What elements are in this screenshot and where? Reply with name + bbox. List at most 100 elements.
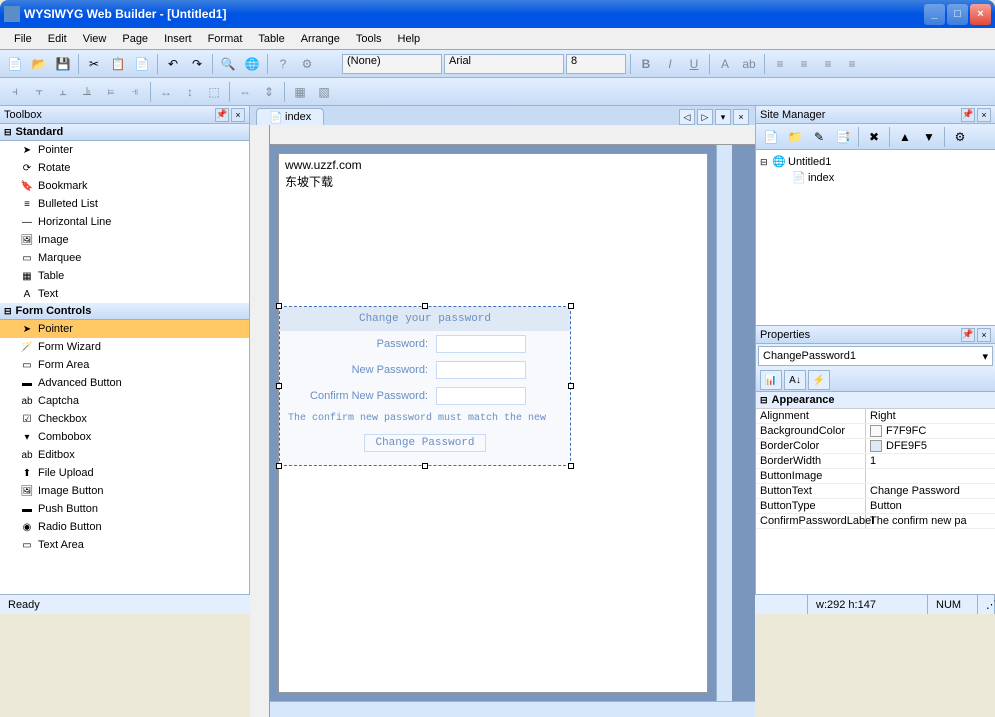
same-height-button[interactable]: ↕ bbox=[179, 81, 201, 103]
font-size-combo[interactable]: 8 bbox=[566, 54, 626, 74]
pin-icon[interactable]: 📌 bbox=[961, 108, 975, 122]
close-button[interactable]: × bbox=[970, 4, 991, 25]
close-panel-button[interactable]: × bbox=[231, 108, 245, 122]
resize-handle[interactable] bbox=[422, 303, 428, 309]
canvas-vscroll[interactable] bbox=[716, 145, 732, 701]
toolbox-item-advanced-button[interactable]: ▬Advanced Button bbox=[0, 374, 249, 392]
toolbox-cat-standard[interactable]: Standard bbox=[0, 124, 249, 141]
help-button[interactable]: ? bbox=[272, 53, 294, 75]
prop-row[interactable]: ConfirmPasswordLabelThe confirm new pa bbox=[756, 514, 995, 529]
bold-button[interactable]: B bbox=[635, 53, 657, 75]
cut-button[interactable]: ✂ bbox=[83, 53, 105, 75]
send-back-button[interactable]: ▧ bbox=[313, 81, 335, 103]
pin-icon[interactable]: 📌 bbox=[215, 108, 229, 122]
paste-button[interactable]: 📄 bbox=[131, 53, 153, 75]
resize-handle[interactable] bbox=[276, 463, 282, 469]
toolbox-item-bookmark[interactable]: 🔖Bookmark bbox=[0, 177, 249, 195]
toolbox-item-radio-button[interactable]: ◉Radio Button bbox=[0, 518, 249, 536]
toolbox-item-form-area[interactable]: ▭Form Area bbox=[0, 356, 249, 374]
underline-button[interactable]: U bbox=[683, 53, 705, 75]
close-panel-button[interactable]: × bbox=[977, 328, 991, 342]
toolbox-item-file-upload[interactable]: ⬆File Upload bbox=[0, 464, 249, 482]
new-password-input[interactable] bbox=[436, 361, 526, 379]
new-page-button[interactable]: 📄 bbox=[760, 126, 782, 148]
toolbox-item-horizontal-line[interactable]: —Horizontal Line bbox=[0, 213, 249, 231]
tab-prev-button[interactable]: ◁ bbox=[679, 109, 695, 125]
status-resize-grip[interactable]: ⋰ bbox=[978, 595, 995, 614]
prop-row[interactable]: ButtonTextChange Password bbox=[756, 484, 995, 499]
tree-root[interactable]: ⊟ 🌐 Untitled1 bbox=[760, 154, 991, 170]
move-down-button[interactable]: ▼ bbox=[918, 126, 940, 148]
property-grid[interactable]: Appearance AlignmentRight BackgroundColo… bbox=[756, 392, 995, 594]
italic-button[interactable]: I bbox=[659, 53, 681, 75]
align-bottoms-button[interactable]: ⫣ bbox=[124, 81, 146, 103]
props-cat-appearance[interactable]: Appearance bbox=[756, 392, 995, 409]
prop-row[interactable]: ButtonImage bbox=[756, 469, 995, 484]
style-combo[interactable]: (None) bbox=[342, 54, 442, 74]
align-right-edges-button[interactable]: ⫠ bbox=[52, 81, 74, 103]
menu-file[interactable]: File bbox=[8, 31, 38, 47]
events-button[interactable]: ⚡ bbox=[808, 370, 830, 390]
change-password-button[interactable]: Change Password bbox=[364, 434, 485, 452]
resize-handle[interactable] bbox=[276, 383, 282, 389]
tab-close-button[interactable]: × bbox=[733, 109, 749, 125]
align-centers-button[interactable]: ⫟ bbox=[28, 81, 50, 103]
align-right-button[interactable]: ≡ bbox=[817, 53, 839, 75]
canvas-hscroll[interactable] bbox=[270, 701, 755, 717]
font-color-button[interactable]: A bbox=[714, 53, 736, 75]
same-size-button[interactable]: ⬚ bbox=[203, 81, 225, 103]
menu-insert[interactable]: Insert bbox=[158, 31, 198, 47]
prop-row[interactable]: BorderColorDFE9F5 bbox=[756, 439, 995, 454]
toolbox-item-form-wizard[interactable]: 🪄Form Wizard bbox=[0, 338, 249, 356]
tree-node-index[interactable]: 📄 index bbox=[760, 170, 991, 186]
toolbox-item-combobox[interactable]: ▾Combobox bbox=[0, 428, 249, 446]
menu-edit[interactable]: Edit bbox=[42, 31, 73, 47]
new-button[interactable]: 📄 bbox=[4, 53, 26, 75]
menu-format[interactable]: Format bbox=[202, 31, 249, 47]
align-left-edges-button[interactable]: ⫞ bbox=[4, 81, 26, 103]
toolbox-item-fc-pointer[interactable]: ➤Pointer bbox=[0, 320, 249, 338]
prop-row[interactable]: ButtonTypeButton bbox=[756, 499, 995, 514]
maximize-button[interactable]: □ bbox=[947, 4, 968, 25]
publish-button[interactable]: 🌐 bbox=[241, 53, 263, 75]
options-button[interactable]: ⚙ bbox=[296, 53, 318, 75]
site-tree[interactable]: ⊟ 🌐 Untitled1 📄 index bbox=[756, 150, 995, 325]
undo-button[interactable]: ↶ bbox=[162, 53, 184, 75]
align-middles-button[interactable]: ⫢ bbox=[100, 81, 122, 103]
redo-button[interactable]: ↷ bbox=[186, 53, 208, 75]
object-selector[interactable]: ChangePassword1▾ bbox=[758, 346, 993, 366]
font-family-combo[interactable]: Arial bbox=[444, 54, 564, 74]
toolbox-item-image[interactable]: 🖼Image bbox=[0, 231, 249, 249]
toolbox-item-text-area[interactable]: ▭Text Area bbox=[0, 536, 249, 554]
align-tops-button[interactable]: ⫡ bbox=[76, 81, 98, 103]
space-vert-button[interactable]: ⇕ bbox=[258, 81, 280, 103]
resize-handle[interactable] bbox=[422, 463, 428, 469]
menu-help[interactable]: Help bbox=[392, 31, 427, 47]
align-justify-button[interactable]: ≡ bbox=[841, 53, 863, 75]
align-center-button[interactable]: ≡ bbox=[793, 53, 815, 75]
open-button[interactable]: 📂 bbox=[28, 53, 50, 75]
close-panel-button[interactable]: × bbox=[977, 108, 991, 122]
collapse-icon[interactable]: ⊟ bbox=[760, 157, 772, 168]
resize-handle[interactable] bbox=[568, 383, 574, 389]
toolbox-item-text[interactable]: AText bbox=[0, 285, 249, 303]
toolbox-item-bulleted-list[interactable]: ≡Bulleted List bbox=[0, 195, 249, 213]
toolbox-cat-form-controls[interactable]: Form Controls bbox=[0, 303, 249, 320]
categorized-button[interactable]: 📊 bbox=[760, 370, 782, 390]
bring-front-button[interactable]: ▦ bbox=[289, 81, 311, 103]
prop-row[interactable]: BackgroundColorF7F9FC bbox=[756, 424, 995, 439]
copy-button[interactable]: 📋 bbox=[107, 53, 129, 75]
resize-handle[interactable] bbox=[568, 303, 574, 309]
prop-row[interactable]: AlignmentRight bbox=[756, 409, 995, 424]
same-width-button[interactable]: ↔ bbox=[155, 81, 177, 103]
change-password-widget[interactable]: Change your password Password: New Passw… bbox=[279, 306, 571, 466]
space-horiz-button[interactable]: ⇔ bbox=[234, 81, 256, 103]
menu-tools[interactable]: Tools bbox=[350, 31, 388, 47]
canvas[interactable]: www.uzzf.com 东坡下载 bbox=[270, 145, 755, 701]
toolbox-item-marquee[interactable]: ▭Marquee bbox=[0, 249, 249, 267]
prop-row[interactable]: BorderWidth1 bbox=[756, 454, 995, 469]
preview-button[interactable]: 🔍 bbox=[217, 53, 239, 75]
tab-menu-button[interactable]: ▾ bbox=[715, 109, 731, 125]
page[interactable]: www.uzzf.com 东坡下载 bbox=[278, 153, 708, 693]
move-up-button[interactable]: ▲ bbox=[894, 126, 916, 148]
